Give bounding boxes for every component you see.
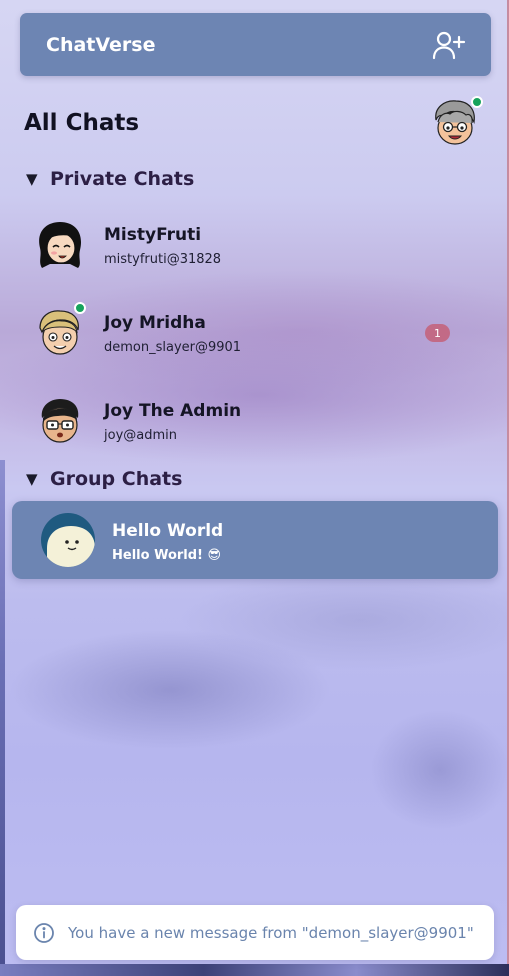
avatar-image [39, 222, 82, 268]
online-indicator [471, 96, 483, 108]
chat-item-joy-mridha[interactable]: Joy Mridha demon_slayer@9901 1 [12, 293, 498, 371]
user-plus-icon [432, 31, 466, 59]
caret-down-icon: ▼ [26, 470, 38, 488]
avatar-image [41, 399, 79, 443]
current-user-avatar[interactable] [430, 96, 483, 146]
avatar [32, 396, 88, 446]
background-edge-left [0, 460, 5, 976]
chat-item-mistyfruti[interactable]: MistyFruti mistyfruti@31828 [12, 205, 498, 283]
chat-name: Hello World [112, 521, 224, 541]
app-header: ChatVerse [20, 13, 491, 76]
chat-name: Joy Mridha [104, 313, 206, 333]
chat-name: Joy The Admin [104, 401, 242, 421]
avatar [32, 308, 88, 358]
toast-message: You have a new message from "demon_slaye… [68, 923, 474, 942]
page-title: All Chats [24, 110, 140, 136]
section-title: Group Chats [50, 468, 183, 490]
info-icon [34, 922, 54, 943]
chat-handle: mistyfruti@31828 [104, 252, 222, 267]
caret-down-icon: ▼ [26, 170, 38, 188]
group-avatar [39, 512, 97, 568]
chat-item-joy-the-admin[interactable]: Joy The Admin joy@admin [12, 381, 498, 459]
section-private-chats[interactable]: ▼ Private Chats [26, 168, 194, 190]
chat-name: MistyFruti [104, 225, 202, 245]
notification-toast[interactable]: You have a new message from "demon_slaye… [16, 905, 494, 960]
section-title: Private Chats [50, 168, 195, 190]
app-title: ChatVerse [46, 33, 156, 56]
avatar [32, 220, 88, 270]
ghost-avatar-image [41, 513, 95, 567]
avatar-image [39, 310, 79, 355]
chat-handle: demon_slayer@9901 [104, 340, 242, 355]
section-group-chats[interactable]: ▼ Group Chats [26, 468, 182, 490]
chat-item-hello-world[interactable]: Hello World Hello World! 😎 [12, 501, 498, 579]
background-edge-bottom [0, 964, 509, 976]
online-indicator [74, 302, 86, 314]
unread-badge: 1 [425, 324, 450, 342]
add-user-button[interactable] [431, 27, 467, 63]
chat-handle: joy@admin [104, 428, 177, 443]
last-message: Hello World! 😎 [112, 548, 222, 563]
